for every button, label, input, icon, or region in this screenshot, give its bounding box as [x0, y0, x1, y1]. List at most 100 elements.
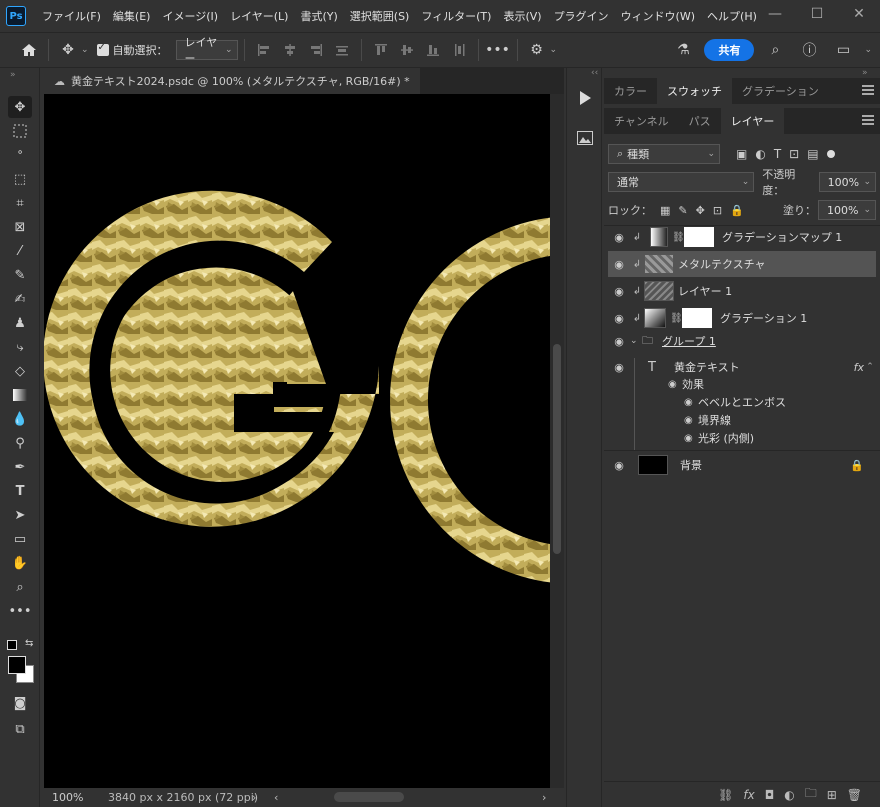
layer-row[interactable]: ◉ ↲ ⛓ グラデーション 1: [608, 305, 876, 331]
lock-all-icon[interactable]: 🔒: [730, 204, 744, 217]
tab-paths[interactable]: パス: [679, 108, 721, 134]
chevron-up-icon[interactable]: ⌃: [864, 362, 876, 372]
share-button[interactable]: 共有: [704, 39, 755, 61]
help-icon[interactable]: ⓘ: [796, 37, 822, 63]
effects-row[interactable]: ◉ 効果: [608, 374, 876, 394]
gear-icon[interactable]: ⚙: [524, 37, 550, 63]
chevron-down-icon[interactable]: ⌄: [630, 336, 642, 346]
lasso-tool-icon[interactable]: ᐤ: [8, 144, 32, 166]
minimize-button[interactable]: —: [754, 0, 796, 28]
visibility-eye-icon[interactable]: ◉: [608, 312, 630, 325]
auto-select-target-dropdown[interactable]: レイヤー ⌄: [175, 36, 238, 65]
object-select-tool-icon[interactable]: ⬚: [8, 168, 32, 190]
more-options-icon[interactable]: •••: [485, 37, 511, 63]
align-bottom-icon[interactable]: [420, 37, 446, 63]
lock-transparent-icon[interactable]: ▦: [660, 204, 670, 217]
panel-menu-icon[interactable]: [862, 85, 874, 95]
filter-adjustment-icon[interactable]: ◐: [755, 147, 765, 161]
add-style-icon[interactable]: fx: [743, 788, 754, 802]
add-mask-icon[interactable]: ◘: [765, 788, 775, 802]
crop-tool-icon[interactable]: ⌗: [8, 192, 32, 214]
stamp-tool-icon[interactable]: ♟: [8, 312, 32, 334]
menu-view[interactable]: 表示(V): [497, 8, 547, 24]
vertical-scrollbar[interactable]: [550, 94, 564, 788]
visibility-eye-icon[interactable]: ◉: [608, 285, 630, 298]
menu-plugins[interactable]: プラグイン: [548, 8, 615, 24]
flask-icon[interactable]: ⚗: [670, 37, 696, 63]
menu-file[interactable]: ファイル(F): [36, 8, 107, 24]
align-right-icon[interactable]: [303, 37, 329, 63]
scroll-left-icon[interactable]: ‹: [274, 791, 278, 804]
menu-edit[interactable]: 編集(E): [107, 8, 157, 24]
workspace-icon[interactable]: ▭: [830, 37, 856, 63]
visibility-eye-icon[interactable]: ◉: [608, 459, 630, 472]
gradient-tool-icon[interactable]: [8, 384, 32, 406]
link-layers-icon[interactable]: ⛓: [718, 788, 733, 802]
layer-row[interactable]: ◉ ↲ ⛓ グラデーションマップ 1: [608, 224, 876, 250]
tab-gradients[interactable]: グラデーション: [732, 78, 829, 104]
frame-tool-icon[interactable]: ⊠: [8, 216, 32, 238]
vertical-scroll-thumb[interactable]: [553, 344, 561, 554]
filter-type-icon[interactable]: T: [774, 147, 781, 161]
rectangle-tool-icon[interactable]: ▭: [8, 528, 32, 550]
pen-tool-icon[interactable]: ✒: [8, 456, 32, 478]
layer-row[interactable]: ◉ ↲ レイヤー 1: [608, 278, 876, 304]
visibility-eye-icon[interactable]: ◉: [668, 379, 682, 390]
menu-type[interactable]: 書式(Y): [294, 8, 343, 24]
collapse-icon[interactable]: »: [862, 68, 868, 78]
fill-field[interactable]: 100% ⌄: [818, 200, 876, 220]
filter-smart-object-icon[interactable]: ▤: [807, 147, 818, 161]
layer-row-background[interactable]: ◉ 背景 🔒: [608, 452, 876, 478]
menu-select[interactable]: 選択範囲(S): [344, 8, 416, 24]
maximize-button[interactable]: ☐: [796, 0, 838, 28]
quick-mask-icon[interactable]: ◙: [8, 692, 32, 714]
visibility-eye-icon[interactable]: ◉: [684, 433, 698, 444]
chevron-down-icon[interactable]: ⌄: [81, 45, 89, 55]
lock-image-icon[interactable]: ✎: [678, 204, 687, 217]
menu-image[interactable]: イメージ(I): [156, 8, 224, 24]
zoom-level[interactable]: 100%: [44, 791, 94, 804]
more-tools-icon[interactable]: •••: [8, 600, 32, 622]
eraser-tool-icon[interactable]: ◇: [8, 360, 32, 382]
new-adjustment-icon[interactable]: ◐: [784, 788, 794, 802]
move-tool-icon[interactable]: ✥: [8, 96, 32, 118]
foreground-color-swatch[interactable]: [8, 656, 26, 674]
type-tool-icon[interactable]: T: [8, 480, 32, 502]
document-tab[interactable]: ☁ 黄金テキスト2024.psdc @ 100% (メタルテクスチャ, RGB/…: [44, 68, 420, 94]
distribute-vertical-icon[interactable]: [446, 37, 472, 63]
tab-channels[interactable]: チャンネル: [604, 108, 679, 134]
delete-layer-icon[interactable]: 🗑: [847, 788, 862, 802]
canvas[interactable]: [44, 94, 550, 788]
chevron-down-icon[interactable]: ⌄: [864, 45, 872, 55]
marquee-tool-icon[interactable]: [8, 120, 32, 142]
align-top-icon[interactable]: [368, 37, 394, 63]
move-tool-icon[interactable]: ✥: [55, 37, 81, 63]
tab-layers[interactable]: レイヤー: [720, 108, 785, 134]
align-left-icon[interactable]: [251, 37, 277, 63]
zoom-tool-icon[interactable]: ⌕: [8, 576, 32, 598]
layer-filter-dropdown[interactable]: ⌕ 種類 ⌄: [608, 144, 720, 164]
expand-icon[interactable]: »: [10, 70, 16, 80]
lock-position-icon[interactable]: ✥: [696, 204, 705, 217]
search-icon[interactable]: ⌕: [762, 37, 788, 63]
scroll-right-icon[interactable]: ›: [542, 791, 546, 804]
status-chevron-icon[interactable]: ›: [252, 791, 256, 804]
tab-swatches[interactable]: スウォッチ: [657, 78, 732, 104]
visibility-eye-icon[interactable]: ◉: [608, 361, 630, 374]
filter-shape-icon[interactable]: ⊡: [789, 147, 799, 161]
filter-toggle-icon[interactable]: [826, 150, 835, 158]
tab-color[interactable]: カラー: [604, 78, 657, 104]
screen-mode-icon[interactable]: ⧉: [8, 718, 32, 740]
filter-pixel-icon[interactable]: ▣: [736, 147, 747, 161]
panel-menu-icon[interactable]: [862, 115, 874, 125]
home-icon[interactable]: [16, 37, 42, 63]
new-group-icon[interactable]: 🗀: [805, 784, 817, 805]
menu-layer[interactable]: レイヤー(L): [224, 8, 294, 24]
eyedropper-tool-icon[interactable]: ⁄: [8, 240, 32, 262]
visibility-eye-icon[interactable]: ◉: [684, 415, 698, 426]
image-panel-icon[interactable]: [573, 126, 597, 150]
layer-row-group[interactable]: ◉ ⌄ 🗀 グループ 1: [608, 329, 876, 353]
effect-row[interactable]: ◉ 光彩 (内側): [608, 428, 876, 448]
fx-icon[interactable]: fx: [854, 361, 864, 374]
swap-colors-icon[interactable]: ⇆: [25, 638, 33, 649]
